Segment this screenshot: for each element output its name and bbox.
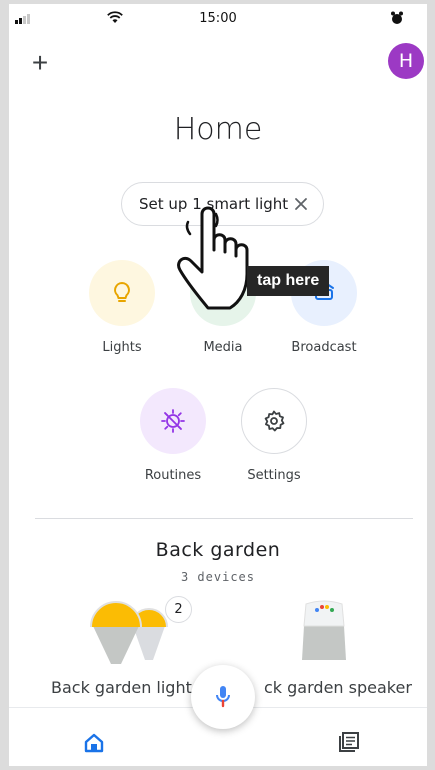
gear-icon — [264, 410, 285, 432]
lights-label: Lights — [102, 340, 142, 355]
settings-action[interactable]: Settings — [224, 388, 324, 483]
room-device-count: 3 devices — [180, 570, 256, 584]
media-label: Media — [203, 340, 243, 355]
lights-action[interactable]: Lights — [72, 260, 172, 355]
back-garden-speaker-label[interactable]: ck garden speaker — [264, 678, 412, 697]
bulb-icon — [114, 281, 130, 302]
app-screen: 15:00 + H Home Set up 1 smart light Ligh… — [9, 4, 427, 766]
settings-circle[interactable] — [241, 388, 307, 454]
page-title: Home — [173, 112, 263, 147]
feed-icon[interactable] — [337, 730, 361, 754]
home-icon[interactable] — [83, 732, 105, 754]
back-garden-light-device[interactable] — [85, 596, 175, 666]
broadcast-label: Broadcast — [291, 340, 357, 355]
room-title: Back garden — [155, 539, 281, 561]
status-bar: 15:00 — [9, 4, 427, 32]
routines-action[interactable]: Routines — [123, 388, 223, 483]
pointing-hand-icon — [177, 206, 249, 310]
smart-speaker-icon — [302, 600, 346, 660]
add-button[interactable]: + — [25, 47, 55, 78]
close-icon[interactable] — [291, 194, 311, 214]
routines-icon — [161, 409, 185, 433]
mic-icon — [216, 686, 230, 708]
account-avatar[interactable]: H — [388, 43, 424, 79]
assistant-mic-button[interactable] — [191, 665, 255, 729]
routines-label: Routines — [144, 468, 202, 483]
back-garden-light-label[interactable]: Back garden light — [51, 678, 192, 697]
routines-circle[interactable] — [140, 388, 206, 454]
lights-circle[interactable] — [89, 260, 155, 326]
alarm-icon — [391, 11, 403, 24]
section-divider — [35, 518, 413, 519]
settings-label: Settings — [247, 468, 301, 483]
tap-here-label: tap here — [247, 266, 330, 296]
status-time: 15:00 — [199, 11, 237, 26]
device-count-badge: 2 — [165, 596, 192, 623]
back-garden-speaker-device[interactable] — [296, 596, 352, 666]
light-bulbs-icon — [90, 601, 168, 664]
